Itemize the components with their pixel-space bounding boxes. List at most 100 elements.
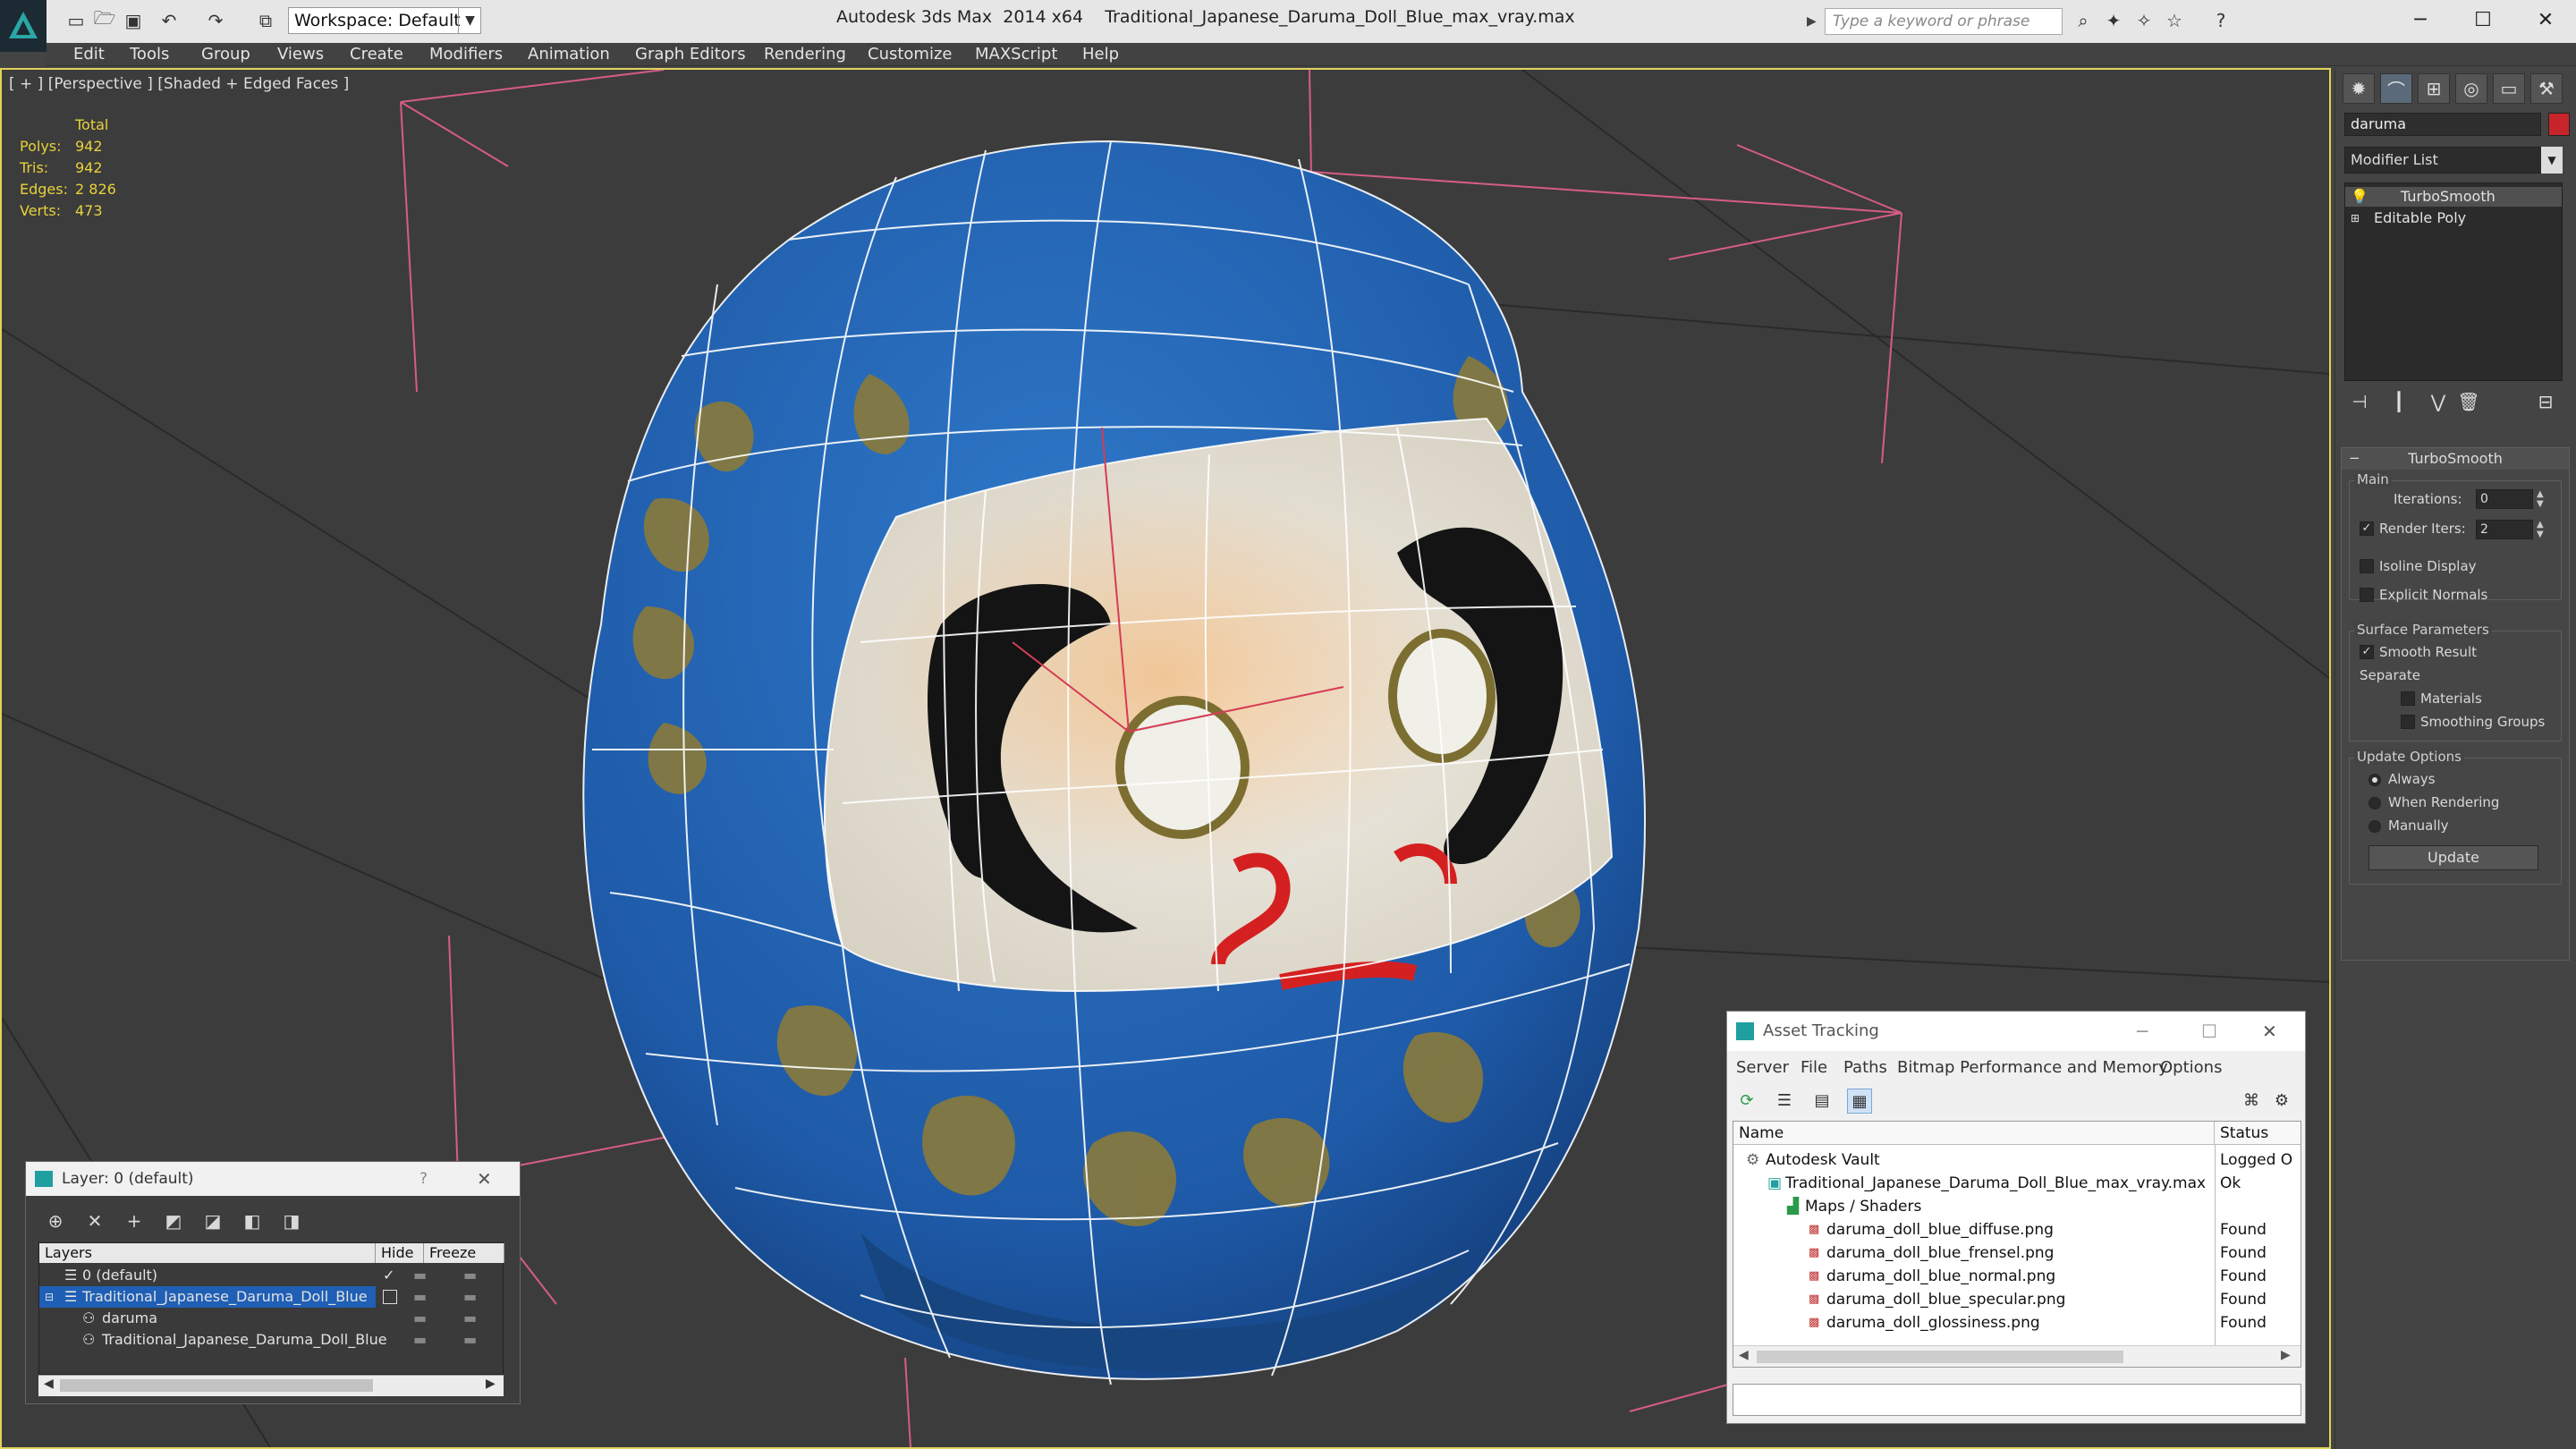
table-row[interactable]: ▟ Maps / Shaders xyxy=(1733,1195,2301,1218)
asset-menu-file[interactable]: File xyxy=(1801,1056,1827,1080)
freeze-all-icon[interactable]: ◨ xyxy=(278,1208,305,1233)
table-row[interactable]: ▩ daruma_doll_blue_normal.png Found xyxy=(1733,1265,2301,1288)
scroll-left-icon[interactable]: ◀ xyxy=(1739,1348,1749,1362)
freeze-toggle[interactable]: ▬ xyxy=(463,1329,477,1351)
help-icon[interactable]: ? xyxy=(419,1162,428,1196)
modifier-list-dropdown[interactable]: Modifier List xyxy=(2344,147,2563,174)
highlight-layer-icon[interactable]: ◪ xyxy=(199,1208,226,1233)
scrollbar-thumb[interactable] xyxy=(60,1379,373,1392)
chevron-down-icon[interactable]: ▼ xyxy=(2541,147,2563,174)
freeze-toggle[interactable]: ▬ xyxy=(463,1265,477,1286)
always-radio[interactable] xyxy=(2368,774,2381,786)
help-icon[interactable]: ? xyxy=(2209,9,2233,32)
render-iters-spinner[interactable]: 2 xyxy=(2476,520,2533,539)
utilities-tab-icon[interactable]: ⚒ xyxy=(2530,73,2563,104)
hide-toggle[interactable]: ▬ xyxy=(413,1308,427,1329)
list-view-icon[interactable]: ☰ xyxy=(1772,1089,1797,1114)
layer-row-selected[interactable]: ⊟ ☰ Traditional_Japanese_Daruma_Doll_Blu… xyxy=(39,1286,376,1308)
lightbulb-icon[interactable]: 💡 xyxy=(2351,187,2368,207)
object-name-input[interactable]: daruma xyxy=(2344,113,2541,136)
object-color-swatch[interactable] xyxy=(2548,113,2570,136)
spinner-arrows-icon[interactable]: ▲ ▼ xyxy=(2537,489,2544,509)
isoline-display-checkbox[interactable] xyxy=(2360,559,2374,573)
modify-tab-icon[interactable]: ⌒ xyxy=(2380,73,2412,104)
menu-views[interactable]: Views xyxy=(277,43,324,66)
layer-object-row[interactable]: ⚇ daruma ▬ ▬ xyxy=(39,1308,504,1329)
column-hide[interactable]: Hide xyxy=(376,1243,424,1263)
workspace-dropdown[interactable]: Workspace: Default xyxy=(288,7,481,34)
close-icon[interactable]: ✕ xyxy=(477,1162,492,1196)
remove-modifier-icon[interactable]: 🗑 xyxy=(2457,390,2480,413)
close-icon[interactable]: ✕ xyxy=(2519,4,2572,38)
column-layers[interactable]: Layers xyxy=(39,1243,376,1263)
asset-path-field[interactable] xyxy=(1733,1384,2301,1416)
when-rendering-radio[interactable] xyxy=(2368,797,2381,809)
menu-help[interactable]: Help xyxy=(1082,43,1119,66)
active-layer-check-icon[interactable]: ✓ xyxy=(383,1265,394,1286)
configure-modifier-sets-icon[interactable]: ⊟ xyxy=(2534,390,2557,413)
update-button[interactable]: Update xyxy=(2368,845,2538,870)
layer-window-title-bar[interactable]: Layer: 0 (default) ? ✕ xyxy=(26,1162,520,1196)
freeze-toggle[interactable]: ▬ xyxy=(463,1308,477,1329)
spinner-arrows-icon[interactable]: ▲ ▼ xyxy=(2537,520,2544,539)
menu-create[interactable]: Create xyxy=(350,43,403,66)
smooth-result-checkbox[interactable]: ✓ xyxy=(2360,645,2374,659)
hide-toggle[interactable]: ▬ xyxy=(413,1265,427,1286)
display-tab-icon[interactable]: ▭ xyxy=(2493,73,2525,104)
refresh-icon[interactable]: ⟳ xyxy=(1734,1089,1759,1114)
freeze-toggle[interactable]: ▬ xyxy=(463,1286,477,1308)
create-tab-icon[interactable]: ✹ xyxy=(2343,73,2375,104)
asset-menu-server[interactable]: Server xyxy=(1736,1056,1789,1080)
asset-window-title-bar[interactable]: Asset Tracking ─ ☐ ✕ xyxy=(1727,1012,2305,1051)
menu-edit[interactable]: Edit xyxy=(73,43,105,66)
maximize-icon[interactable]: ☐ xyxy=(2456,4,2510,38)
create-layer-icon[interactable]: ⊕ xyxy=(42,1208,69,1233)
vault-help-icon[interactable]: ⌘ xyxy=(2239,1089,2264,1114)
layer-row[interactable]: ☰ 0 (default) ✓ ▬ ▬ xyxy=(39,1265,504,1286)
project-folder-icon[interactable]: ⧉ xyxy=(254,9,277,32)
table-row[interactable]: ▩ daruma_doll_glossiness.png Found xyxy=(1733,1311,2301,1335)
stack-item-turbosmooth[interactable]: 💡 TurboSmooth xyxy=(2345,187,2562,207)
menu-rendering[interactable]: Rendering xyxy=(764,43,846,66)
manually-radio[interactable] xyxy=(2368,820,2381,833)
close-icon[interactable]: ✕ xyxy=(2262,1012,2277,1051)
table-row[interactable]: ▣ Traditional_Japanese_Daruma_Doll_Blue_… xyxy=(1733,1172,2301,1195)
explicit-normals-checkbox[interactable] xyxy=(2360,588,2374,602)
menu-animation[interactable]: Animation xyxy=(528,43,610,66)
horizontal-scrollbar[interactable]: ◀ ▶ xyxy=(38,1375,504,1396)
asset-menu-paths[interactable]: Paths xyxy=(1843,1056,1887,1080)
binoculars-icon[interactable]: ⌕ xyxy=(2072,9,2095,32)
subscription-icon[interactable]: ✦ xyxy=(2102,9,2125,32)
detail-view-icon[interactable]: ▤ xyxy=(1809,1089,1835,1114)
maximize-icon[interactable]: ☐ xyxy=(2201,1012,2217,1051)
show-end-result-icon[interactable]: ┃ xyxy=(2387,390,2411,413)
add-to-layer-icon[interactable]: + xyxy=(121,1208,148,1233)
column-name[interactable]: Name xyxy=(1733,1122,2215,1145)
options-icon[interactable]: ⚙ xyxy=(2269,1089,2294,1114)
save-icon[interactable]: ▣ xyxy=(122,9,145,32)
search-input[interactable]: Type a keyword or phrase xyxy=(1825,8,2063,35)
hierarchy-tab-icon[interactable]: ⊞ xyxy=(2418,73,2450,104)
hide-all-icon[interactable]: ◧ xyxy=(239,1208,266,1233)
menu-graph-editors[interactable]: Graph Editors xyxy=(635,43,746,66)
expand-plus-icon[interactable]: ⊞ xyxy=(2351,208,2360,228)
undo-icon[interactable]: ↶ xyxy=(157,9,181,32)
scrollbar-thumb[interactable] xyxy=(1757,1351,2123,1363)
table-row[interactable]: ▩ daruma_doll_blue_diffuse.png Found xyxy=(1733,1218,2301,1241)
communication-icon[interactable]: ✧ xyxy=(2132,9,2156,32)
iterations-spinner[interactable]: 0 xyxy=(2476,489,2533,509)
menu-maxscript[interactable]: MAXScript xyxy=(975,43,1057,66)
hide-toggle[interactable]: ▬ xyxy=(413,1286,427,1308)
redo-icon[interactable]: ↷ xyxy=(204,9,227,32)
stack-item-editable-poly[interactable]: ⊞ Editable Poly xyxy=(2345,208,2562,228)
table-row[interactable]: ▩ daruma_doll_blue_specular.png Found xyxy=(1733,1288,2301,1311)
favorites-star-icon[interactable]: ☆ xyxy=(2163,9,2186,32)
collapse-minus-icon[interactable]: ⊟ xyxy=(45,1286,54,1308)
scroll-right-icon[interactable]: ▶ xyxy=(486,1377,496,1391)
select-objects-icon[interactable]: ◩ xyxy=(160,1208,187,1233)
layer-object-row[interactable]: ⚇ Traditional_Japanese_Daruma_Doll_Blue … xyxy=(39,1329,504,1351)
table-view-icon[interactable]: ▦ xyxy=(1847,1089,1872,1114)
chevron-down-icon[interactable]: ▼ xyxy=(458,7,481,34)
menu-modifiers[interactable]: Modifiers xyxy=(429,43,503,66)
minimize-icon[interactable]: ─ xyxy=(2394,4,2447,38)
